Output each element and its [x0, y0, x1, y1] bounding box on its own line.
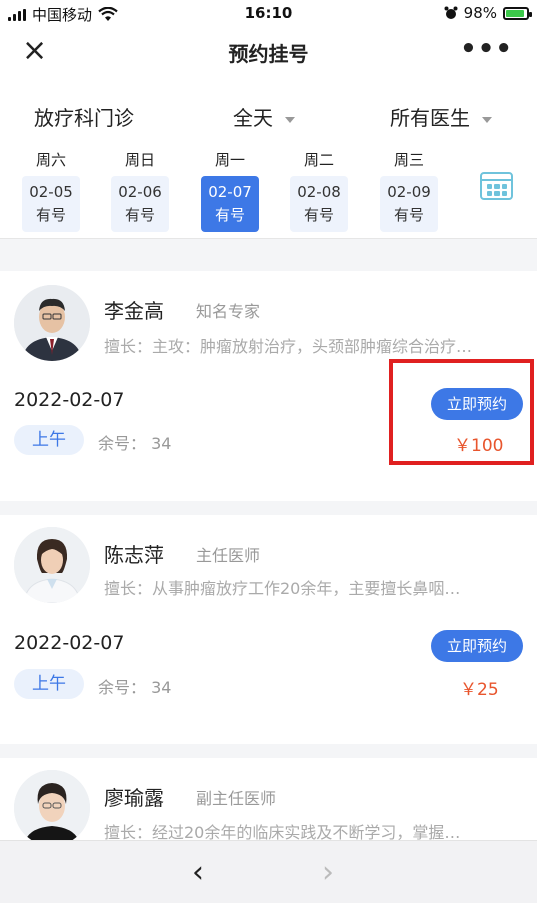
doctor-title: 主任医师 [196, 546, 261, 565]
doctor-avatar [14, 770, 90, 840]
doctor-name: 陈志萍 [104, 543, 164, 567]
remaining-label: 余号： [98, 678, 147, 697]
doctor-card[interactable]: 廖瑜露 副主任医师 擅长：经过20余年的临床实践及不断学习，掌握… [0, 758, 537, 840]
date-box[interactable]: 02-06 有号 [111, 176, 169, 232]
list-gap [0, 744, 537, 758]
date-item[interactable]: 周日 02-06 有号 [111, 150, 169, 232]
date-label: 02-08 [297, 183, 341, 201]
remaining-count: 34 [151, 434, 172, 453]
doctor-filter[interactable]: 所有医生 [390, 102, 492, 131]
department-label: 放疗科门诊 [34, 106, 134, 130]
list-gap [0, 501, 537, 515]
filter-bar: 放疗科门诊 全天 所有医生 [0, 96, 537, 132]
back-arrow-icon[interactable]: ‹ [192, 855, 204, 890]
date-label: 02-09 [387, 183, 431, 201]
period-badge: 上午 [14, 425, 84, 455]
battery-percent: 98% [463, 4, 497, 22]
doctor-avatar [14, 285, 90, 361]
status-right: 98% [444, 4, 532, 22]
date-strip: 周六 02-05 有号 周日 02-06 有号 周一 02-07 有号 周二 02-0… [0, 150, 537, 234]
doctor-card[interactable]: 陈志萍 主任医师 擅长：从事肿瘤放疗工作20余年，主要擅长鼻咽… 2022-02… [0, 515, 537, 744]
date-box[interactable]: 02-05 有号 [22, 176, 80, 232]
availability-label: 有号 [393, 206, 424, 224]
caret-down-icon [285, 116, 295, 123]
highlight-box [389, 359, 534, 465]
period-badge: 上午 [14, 669, 84, 699]
date-box[interactable]: 02-08 有号 [290, 176, 348, 232]
date-label: 02-07 [208, 183, 252, 201]
schedule-date: 2022-02-07 [14, 632, 125, 654]
forward-arrow-icon[interactable]: › [322, 855, 334, 890]
doctor-title: 知名专家 [196, 302, 261, 321]
remaining-slots: 余号： 34 [98, 674, 171, 698]
remaining-slots: 余号： 34 [98, 430, 171, 454]
schedule-date: 2022-02-07 [14, 389, 125, 411]
weekday-label: 周一 [214, 151, 245, 169]
doctor-avatar [14, 527, 90, 603]
status-bar: 中国移动 16:10 98% [0, 0, 537, 28]
remaining-label: 余号： [98, 434, 147, 453]
availability-label: 有号 [214, 206, 245, 224]
price: ￥25 [460, 680, 499, 700]
battery-icon [503, 6, 532, 20]
calendar-icon[interactable] [480, 172, 513, 200]
weekday-label: 周日 [124, 151, 155, 169]
time-range-label: 全天 [233, 106, 273, 130]
alarm-clock-icon [444, 6, 458, 19]
doctor-name: 廖瑜露 [104, 786, 164, 810]
book-now-button[interactable]: 立即预约 [431, 630, 523, 662]
date-box[interactable]: 02-09 有号 [380, 176, 438, 232]
page-title: 预约挂号 [228, 42, 309, 66]
caret-down-icon [482, 116, 492, 123]
doctor-name: 李金高 [104, 299, 164, 323]
doctor-title: 副主任医师 [196, 789, 277, 808]
date-item-selected[interactable]: 周一 02-07 有号 [201, 150, 259, 232]
bottom-toolbar: ‹ › [0, 840, 537, 903]
date-box[interactable]: 02-07 有号 [201, 176, 259, 232]
more-icon[interactable]: ••• [460, 34, 513, 64]
remaining-count: 34 [151, 678, 172, 697]
date-item[interactable]: 周三 02-09 有号 [380, 150, 438, 232]
date-label: 02-05 [29, 183, 73, 201]
doctor-skill: 擅长：从事肿瘤放疗工作20余年，主要擅长鼻咽… [104, 579, 461, 598]
department-filter[interactable]: 放疗科门诊 [34, 102, 134, 131]
date-label: 02-06 [118, 183, 162, 201]
doctor-filter-label: 所有医生 [390, 106, 470, 130]
weekday-label: 周六 [35, 151, 66, 169]
date-item[interactable]: 周二 02-08 有号 [290, 150, 348, 232]
doctor-skill: 擅长：经过20余年的临床实践及不断学习，掌握… [104, 823, 461, 840]
availability-label: 有号 [303, 206, 334, 224]
doctor-skill: 擅长：主攻：肿瘤放射治疗，头颈部肿瘤综合治疗… [104, 337, 473, 356]
time-range-filter[interactable]: 全天 [233, 102, 295, 131]
date-item[interactable]: 周六 02-05 有号 [22, 150, 80, 232]
nav-bar: × 预约挂号 ••• [0, 28, 537, 76]
battery-level [506, 9, 524, 17]
weekday-label: 周二 [303, 151, 334, 169]
weekday-label: 周三 [393, 151, 424, 169]
availability-label: 有号 [35, 206, 66, 224]
availability-label: 有号 [124, 206, 155, 224]
list-gap [0, 239, 537, 271]
